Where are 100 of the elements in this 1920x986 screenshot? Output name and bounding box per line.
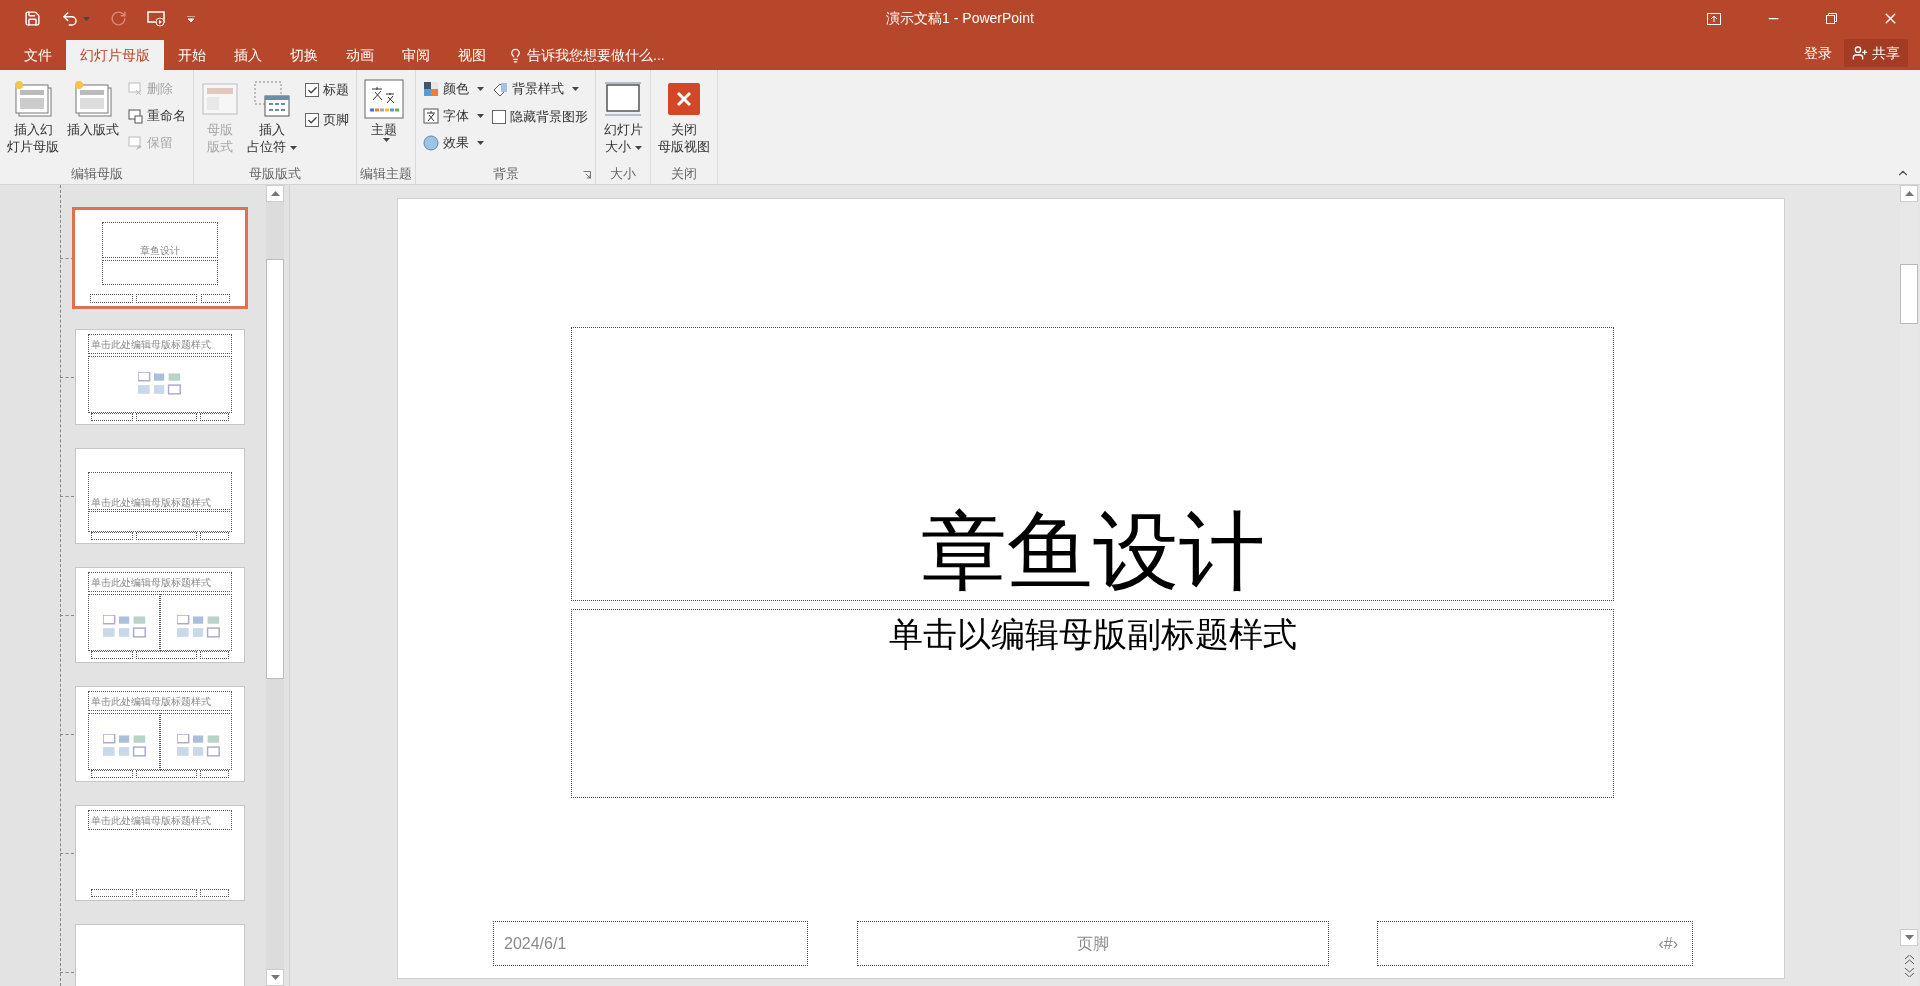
ribbon-button[interactable]: 主题 — [360, 73, 408, 161]
scroll-thumb[interactable] — [266, 259, 284, 679]
placeholder-icon — [253, 80, 291, 118]
content-icons-drawing — [176, 615, 221, 639]
slide-layout-icon — [13, 80, 53, 118]
thumbnail-title: 章鱼设计 — [140, 245, 180, 256]
customize-icon[interactable] — [187, 15, 195, 22]
ribbon-tab[interactable]: 文件 — [10, 40, 66, 70]
group-label: 大小 — [610, 165, 636, 184]
slide-thumbnail[interactable]: 单击此处编辑母版标题样式 — [75, 686, 245, 782]
placeholder-outline — [136, 888, 197, 898]
ribbon-tab[interactable]: 审阅 — [388, 40, 444, 70]
thumbnail-title: 单击此处编辑母版标题样式 — [91, 578, 212, 589]
previous-slide-icon[interactable] — [1904, 955, 1914, 964]
subtitle-placeholder[interactable]: 单击以编辑母版副标题样式 — [571, 609, 1614, 798]
date-placeholder[interactable]: 2024/6/1 — [493, 921, 808, 966]
user-icon — [1852, 45, 1868, 61]
ribbon-button[interactable]: 重命名 — [123, 102, 190, 129]
checkbox-box[interactable] — [492, 110, 506, 124]
ribbon-tab[interactable]: 切换 — [276, 40, 332, 70]
caret-icon — [83, 16, 90, 21]
ribbon-button[interactable]: 背景样式 — [488, 75, 592, 102]
ribbon-button[interactable]: 插入幻 灯片母版 — [3, 73, 63, 161]
check-icon — [306, 84, 318, 96]
check-icon — [306, 114, 318, 126]
slide-thumbnail[interactable]: 章鱼设计 — [75, 210, 245, 306]
slide-number: ‹#› — [1658, 933, 1678, 954]
pin-icon — [127, 134, 143, 151]
ribbon-tab[interactable]: 动画 — [332, 40, 388, 70]
content-icons-drawing — [102, 615, 147, 639]
thumbnail-title: 单击此处编辑母版标题样式 — [91, 697, 212, 708]
footer-placeholder[interactable]: 页脚 — [857, 921, 1329, 966]
restore-icon[interactable] — [1825, 13, 1837, 24]
rename-icon — [127, 107, 143, 124]
ribbon-tab[interactable]: 开始 — [164, 40, 220, 70]
ribbon-tab[interactable]: 视图 — [444, 40, 500, 70]
window-title: 演示文稿1 - PowerPoint — [885, 9, 1035, 28]
scroll-up-icon[interactable] — [270, 191, 280, 196]
scroll-down-icon[interactable] — [270, 975, 280, 980]
font-icon — [423, 107, 439, 124]
undo-icon[interactable] — [61, 9, 79, 28]
layout-icon — [201, 82, 239, 116]
save-icon[interactable] — [24, 10, 41, 27]
ribbon-button[interactable]: 颜色 — [419, 75, 488, 102]
delete-icon — [127, 80, 143, 97]
checkbox[interactable]: 页脚 — [301, 105, 353, 135]
slide-thumbnail[interactable]: 单击此处编辑母版标题样式 — [75, 805, 245, 901]
close-icon — [668, 83, 700, 115]
scrollbar[interactable] — [266, 185, 284, 986]
thumbnail-title: 单击此处编辑母版标题样式 — [91, 816, 212, 827]
slide-date: 2024/6/1 — [504, 933, 567, 954]
ribbon-tab[interactable]: 幻灯片母版 — [66, 40, 164, 70]
effects-icon — [423, 134, 439, 151]
next-slide-icon[interactable] — [1904, 968, 1914, 977]
checkbox[interactable]: 隐藏背景图形 — [488, 102, 592, 132]
number-placeholder[interactable]: ‹#› — [1377, 921, 1693, 966]
background-style-icon — [492, 80, 508, 97]
placeholder-outline — [91, 888, 134, 898]
thumbnail-title: 单击此处编辑母版标题样式 — [91, 497, 212, 508]
content-icons-drawing — [176, 734, 221, 758]
scroll-down-icon[interactable] — [1904, 935, 1914, 940]
checkbox-box[interactable] — [305, 83, 319, 97]
placeholder-outline — [200, 294, 230, 304]
slide-layout-icon — [73, 80, 113, 118]
placeholder-outline — [200, 888, 229, 898]
scroll-thumb[interactable] — [1900, 264, 1918, 324]
ribbon-button[interactable]: 插入版式 — [63, 73, 123, 161]
ribbon-button[interactable]: 效果 — [419, 129, 488, 156]
ribbon-button[interactable]: 插入 占位符 — [243, 73, 301, 161]
checkbox[interactable]: 标题 — [301, 75, 353, 105]
ribbon-tab[interactable]: 插入 — [220, 40, 276, 70]
share-button[interactable]: 共享 — [1844, 39, 1908, 67]
theme-icon — [364, 79, 404, 119]
slide-thumbnail[interactable]: 单击此处编辑母版标题样式 — [75, 567, 245, 663]
slide-subtitle: 单击以编辑母版副标题样式 — [888, 614, 1297, 655]
ribbon-button[interactable]: 字体 — [419, 102, 488, 129]
placeholder-outline — [136, 294, 198, 304]
placeholder-outline — [90, 294, 133, 304]
group-label: 关闭 — [671, 165, 697, 184]
slide-size-icon — [603, 81, 643, 117]
group-label: 编辑母版 — [70, 165, 123, 184]
content-icons-drawing — [138, 372, 182, 396]
tell-me-field[interactable]: 告诉我您想要做什么... — [527, 44, 665, 66]
group-label: 背景 — [492, 165, 519, 184]
title-placeholder[interactable]: 章鱼设计 — [571, 327, 1614, 601]
slide-footer: 页脚 — [1077, 931, 1109, 956]
group-label: 母版版式 — [249, 165, 301, 184]
color-icon — [423, 80, 439, 97]
ribbon-button[interactable]: 幻灯片 大小 — [599, 73, 647, 161]
checkbox-box[interactable] — [305, 113, 319, 127]
dialog-launcher-icon[interactable] — [583, 171, 591, 179]
thumbnail-title: 单击此处编辑母版标题样式 — [91, 340, 212, 351]
slide-thumbnail[interactable]: 单击此处编辑母版标题样式 — [75, 448, 245, 544]
slide-thumbnail[interactable]: 单击此处编辑母版标题样式 — [75, 329, 245, 425]
slideshow-icon[interactable] — [147, 9, 167, 28]
sign-in-link[interactable]: 登录 — [1792, 42, 1844, 64]
lightbulb-icon — [508, 47, 523, 63]
scroll-up-icon[interactable] — [1904, 191, 1914, 196]
ribbon-button[interactable]: 关闭 母版视图 — [654, 73, 714, 161]
ribbon-display-icon[interactable] — [1707, 12, 1721, 25]
